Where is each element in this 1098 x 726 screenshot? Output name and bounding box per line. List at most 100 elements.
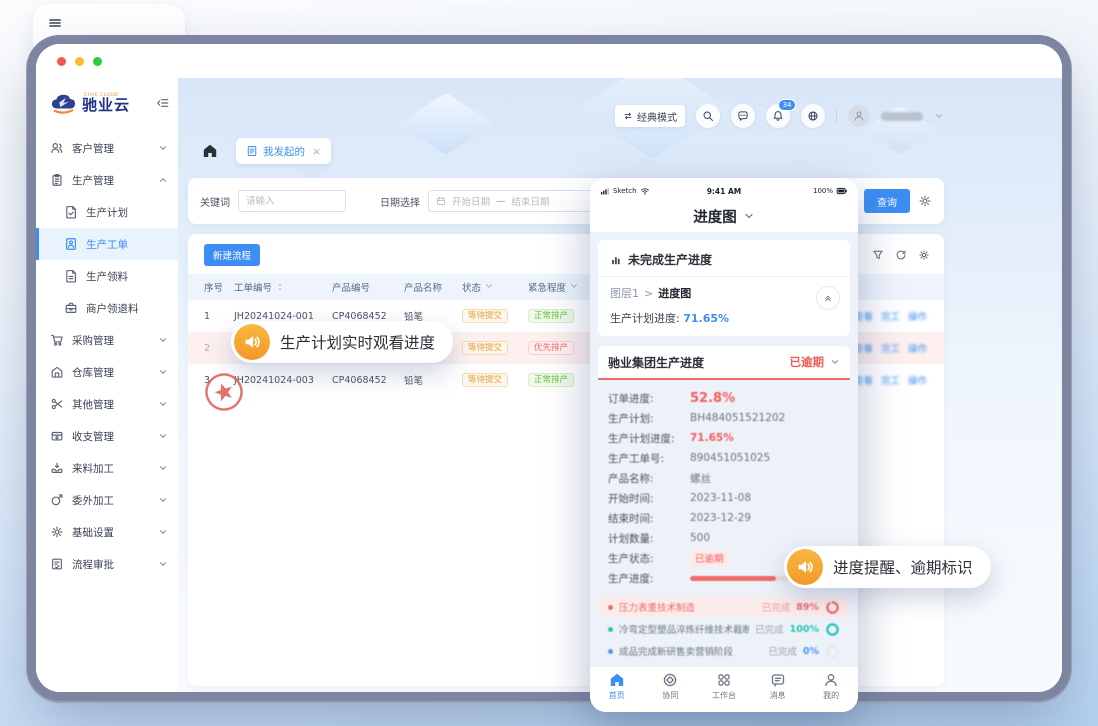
date-label: 日期选择 [380,194,420,209]
status-badge: 等待提交 [462,309,508,324]
traffic-light-minimize[interactable] [75,57,84,66]
sidebar-item[interactable]: 客户管理 [36,132,178,164]
settings-icon[interactable] [918,194,932,208]
card-title: 未完成生产进度 [628,251,712,268]
phone-page-title[interactable]: 进度图 [590,200,858,233]
tab-my-initiated[interactable]: 我发起的 × [236,138,331,164]
sidebar-item[interactable]: 生产领料 [36,260,178,292]
nav-item-5[interactable]: 我的 [804,672,858,701]
table-cell: JH20241024-001 [234,311,332,322]
chevron-down-icon [158,527,168,537]
status-badge: 等待提交 [462,373,508,388]
refresh-icon[interactable] [895,249,907,261]
calendar-icon [436,196,446,206]
search-icon [702,110,714,122]
sidebar-item[interactable]: 其他管理 [36,388,178,420]
search-button[interactable] [696,104,720,128]
cart-icon [50,333,64,347]
action-link[interactable]: 操作 [908,309,927,323]
sidebar-item[interactable]: 生产工单 [36,228,178,260]
date-end-placeholder: 结束日期 [512,194,550,208]
detail-value: BH484051521202 [690,412,785,424]
table-settings-icon[interactable] [918,249,930,261]
sidebar-item[interactable]: 来料加工 [36,452,178,484]
hamburger-icon [47,15,63,31]
tab-close-icon[interactable]: × [312,145,321,158]
new-process-button[interactable]: 新建流程 [204,244,260,266]
detail-line: 订单进度:52.8% [598,388,850,408]
nav-item-2[interactable]: 协同 [644,672,698,701]
chat-icon [737,110,749,122]
sidebar-collapse-icon[interactable] [156,96,170,110]
breadcrumb: 图层1 > 进度图 [598,277,850,301]
keyword-input[interactable] [238,190,346,212]
person-icon [853,110,865,122]
task-dot [608,605,613,610]
sidebar-item[interactable]: 生产计划 [36,196,178,228]
messages-button[interactable] [731,104,755,128]
sort-icon[interactable] [275,282,285,292]
user-avatar[interactable] [848,105,870,127]
task-row[interactable]: 冷弯定型塑品淬炼纤维技术裁断已完成100% [598,618,850,640]
chevron-down-icon [158,495,168,505]
task-progress-ring [825,600,840,615]
filter-icon[interactable] [872,249,884,261]
home-tab-icon[interactable] [202,143,218,159]
chevron-down-icon [158,399,168,409]
sidebar-item-label: 流程审批 [72,557,150,572]
phone-overlay: Sketch 9:41 AM 100% 进度图 未完成生产进度 图层1 > [590,178,858,712]
action-link[interactable]: 操作 [908,341,927,355]
column-header: 产品编号 [332,283,370,294]
nav-label: 工作台 [712,690,736,701]
chevron-down-icon[interactable] [569,281,579,291]
doc-plan-icon [64,205,78,219]
sidebar-item[interactable]: 商户领退料 [36,292,178,324]
chevron-down-icon[interactable] [484,281,494,291]
task-row[interactable]: 压力表重技术制造已完成89% [598,596,850,618]
query-button[interactable]: 查询 [864,189,910,213]
double-chevron-up-icon [823,293,833,303]
table-cell: JH20241024-003 [234,375,332,386]
sidebar-item[interactable]: 委外加工 [36,484,178,516]
notifications-button[interactable]: 34 [766,104,790,128]
plan-progress-value: 71.65% [683,312,729,325]
page-background: CHYE CLOUD 驰业云 客户管理生产管理生产计划生产工单生产领料商户领退料… [0,0,1098,726]
detail-value: 52.8% [690,391,735,406]
language-button[interactable] [801,104,825,128]
sidebar-item[interactable]: 基础设置 [36,516,178,548]
traffic-light-close[interactable] [57,57,66,66]
column-header: 产品名称 [404,283,442,294]
task-progress-ring [825,644,840,659]
users-icon [50,141,64,155]
phone-nav-bar: 首页协同工作台 消息 我的 [590,666,858,712]
sidebar-item[interactable]: 收支管理 [36,420,178,452]
action-link[interactable]: 操作 [908,373,927,387]
breadcrumb-parent[interactable]: 图层1 [610,285,639,301]
group-progress-section[interactable]: 驰业集团生产进度 已逾期 [598,346,850,380]
money-icon [50,429,64,443]
sidebar-item[interactable]: 流程审批 [36,548,178,580]
action-link[interactable]: 完工 [881,341,900,355]
task-dot [608,649,613,654]
sidebar-item-label: 收支管理 [72,429,150,444]
outsource-icon [50,493,64,507]
action-link[interactable]: 完工 [881,373,900,387]
traffic-light-zoom[interactable] [93,57,102,66]
chevron-down-icon[interactable] [934,111,944,121]
nav-item-1[interactable]: 首页 [590,672,644,701]
nav-label: 消息 [770,690,786,701]
sidebar-item[interactable]: 采购管理 [36,324,178,356]
gear-icon [50,525,64,539]
sidebar-item[interactable]: 生产管理 [36,164,178,196]
speaker-icon [234,324,270,360]
summary-card: 未完成生产进度 图层1 > 进度图 生产计划进度: 71.65% [598,240,850,336]
collapse-button[interactable] [816,286,840,310]
nav-item-4[interactable]: 消息 [751,672,805,701]
classic-mode-button[interactable]: 经典模式 [615,105,685,127]
sidebar-item[interactable]: 仓库管理 [36,356,178,388]
action-link[interactable]: 完工 [881,309,900,323]
nav-item-3[interactable]: 工作台 [697,672,751,701]
sidebar-item-label: 生产工单 [86,237,168,252]
battery-icon [836,185,848,197]
task-row[interactable]: 成品完成新研售卖营销阶段已完成0% [598,640,850,662]
